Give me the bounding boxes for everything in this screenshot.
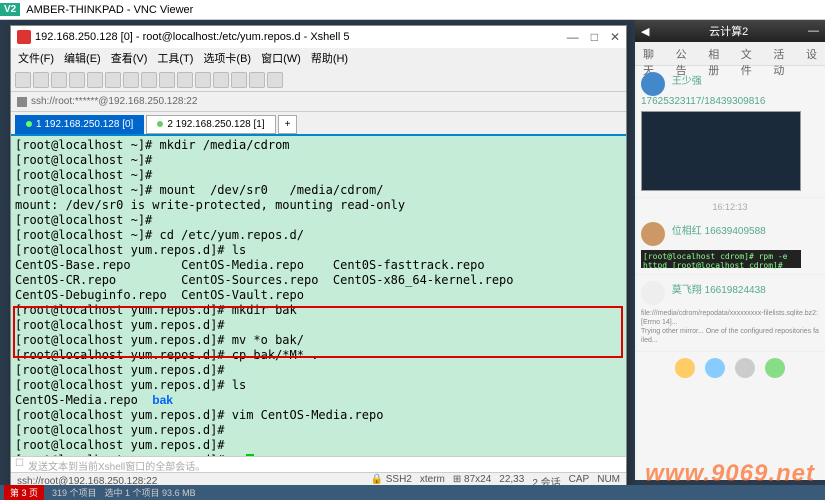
xshell-window: 192.168.250.128 [0] - root@localhost:/et…	[10, 25, 627, 490]
tab-files[interactable]: 文件	[733, 42, 766, 65]
new-icon[interactable]	[15, 72, 31, 88]
selection-info: 选中 1 个项目 93.6 MB	[105, 486, 196, 499]
help-icon[interactable]	[267, 72, 283, 88]
terminal-snippet[interactable]: [root@localhost cdrom]# rpm -e httpd [ro…	[641, 250, 801, 268]
chat-message: 王少强 17625323117/18439309816	[635, 66, 825, 198]
sidebar-tabs[interactable]: 聊天 公告 相册 文件 活动 设	[635, 42, 825, 66]
highlight-box	[13, 306, 623, 358]
close-button[interactable]: ✕	[610, 30, 620, 44]
window-title: 192.168.250.128 [0] - root@localhost:/et…	[35, 31, 349, 43]
sender-name: 莫飞翔 16619824438	[672, 285, 766, 296]
menu-edit[interactable]: 编辑(E)	[61, 50, 104, 66]
chat-message: 位相红 16639409588 [root@localhost cdrom]# …	[635, 216, 825, 275]
new-tab-button[interactable]: +	[278, 115, 298, 134]
terminal[interactable]: [root@localhost ~]# mkdir /media/cdrom […	[11, 134, 626, 456]
item-count: 319 个项目	[52, 486, 97, 499]
address-text: ssh://root:******@192.168.250.128:22	[31, 96, 197, 107]
color-icon[interactable]	[177, 72, 193, 88]
save-icon[interactable]	[51, 72, 67, 88]
address-bar[interactable]: ssh://root:******@192.168.250.128:22	[11, 92, 626, 112]
maximize-button[interactable]: □	[591, 30, 598, 44]
link-icon	[17, 97, 27, 107]
chat-message: 莫飞翔 16619824438 file:///media/cdrom/repo…	[635, 275, 825, 352]
broadcast-input[interactable]: ☐发送文本到当前Xshell窗口的全部会话。	[11, 456, 626, 472]
lock-icon[interactable]	[249, 72, 265, 88]
connect-icon[interactable]	[69, 72, 85, 88]
timestamp: 16:12:13	[635, 198, 825, 216]
tab-activity[interactable]: 活动	[765, 42, 798, 65]
session-tab-2[interactable]: 2 192.168.250.128 [1]	[146, 115, 275, 134]
menu-file[interactable]: 文件(F)	[15, 50, 57, 66]
more-icon[interactable]	[765, 358, 785, 378]
sidebar-header: ◀云计算2—	[635, 20, 825, 42]
avatar	[641, 72, 665, 96]
minimize-button[interactable]: —	[567, 30, 579, 44]
page-indicator: 第 3 页	[4, 485, 44, 500]
emoji-icon[interactable]	[675, 358, 695, 378]
tab-album[interactable]: 相册	[700, 42, 733, 65]
vnc-title-bar: V2 AMBER-THINKPAD - VNC Viewer	[0, 0, 825, 20]
menu-tabs[interactable]: 选项卡(B)	[200, 50, 254, 66]
vnc-logo: V2	[0, 3, 20, 16]
session-tab-1[interactable]: 1 192.168.250.128 [0]	[15, 115, 144, 134]
vnc-title: AMBER-THINKPAD - VNC Viewer	[26, 4, 193, 16]
script-icon[interactable]	[231, 72, 247, 88]
attach-icon[interactable]	[735, 358, 755, 378]
search-icon[interactable]	[141, 72, 157, 88]
menu-bar[interactable]: 文件(F) 编辑(E) 查看(V) 工具(T) 选项卡(B) 窗口(W) 帮助(…	[11, 48, 626, 68]
disconnect-icon[interactable]	[87, 72, 103, 88]
session-tabs[interactable]: 1 192.168.250.128 [0] 2 192.168.250.128 …	[11, 112, 626, 134]
avatar	[641, 281, 665, 305]
avatar	[641, 222, 665, 246]
window-title-bar[interactable]: 192.168.250.128 [0] - root@localhost:/et…	[11, 26, 626, 48]
chat-toolbar[interactable]	[635, 352, 825, 384]
menu-help[interactable]: 帮助(H)	[308, 50, 351, 66]
tab-chat[interactable]: 聊天	[635, 42, 668, 65]
menu-tools[interactable]: 工具(T)	[154, 50, 196, 66]
open-icon[interactable]	[33, 72, 49, 88]
tab-settings[interactable]: 设	[798, 42, 825, 65]
chat-sidebar: ◀云计算2— 聊天 公告 相册 文件 活动 设 王少强 17625323117/…	[635, 20, 825, 480]
tab-notice[interactable]: 公告	[668, 42, 701, 65]
watermark: www.9069.net	[645, 460, 815, 488]
screenshot-thumbnail[interactable]	[641, 111, 801, 191]
app-icon	[17, 30, 31, 44]
toolbar[interactable]	[11, 68, 626, 92]
text-snippet: file:///media/cdrom/repodata/xxxxxxxxx-f…	[641, 309, 819, 345]
sender-name: 位相红 16639409588	[672, 226, 766, 237]
copy-icon[interactable]	[105, 72, 121, 88]
font-icon[interactable]	[195, 72, 211, 88]
props-icon[interactable]	[159, 72, 175, 88]
image-icon[interactable]	[705, 358, 725, 378]
transfer-icon[interactable]	[213, 72, 229, 88]
menu-window[interactable]: 窗口(W)	[258, 50, 304, 66]
paste-icon[interactable]	[123, 72, 139, 88]
menu-view[interactable]: 查看(V)	[108, 50, 151, 66]
